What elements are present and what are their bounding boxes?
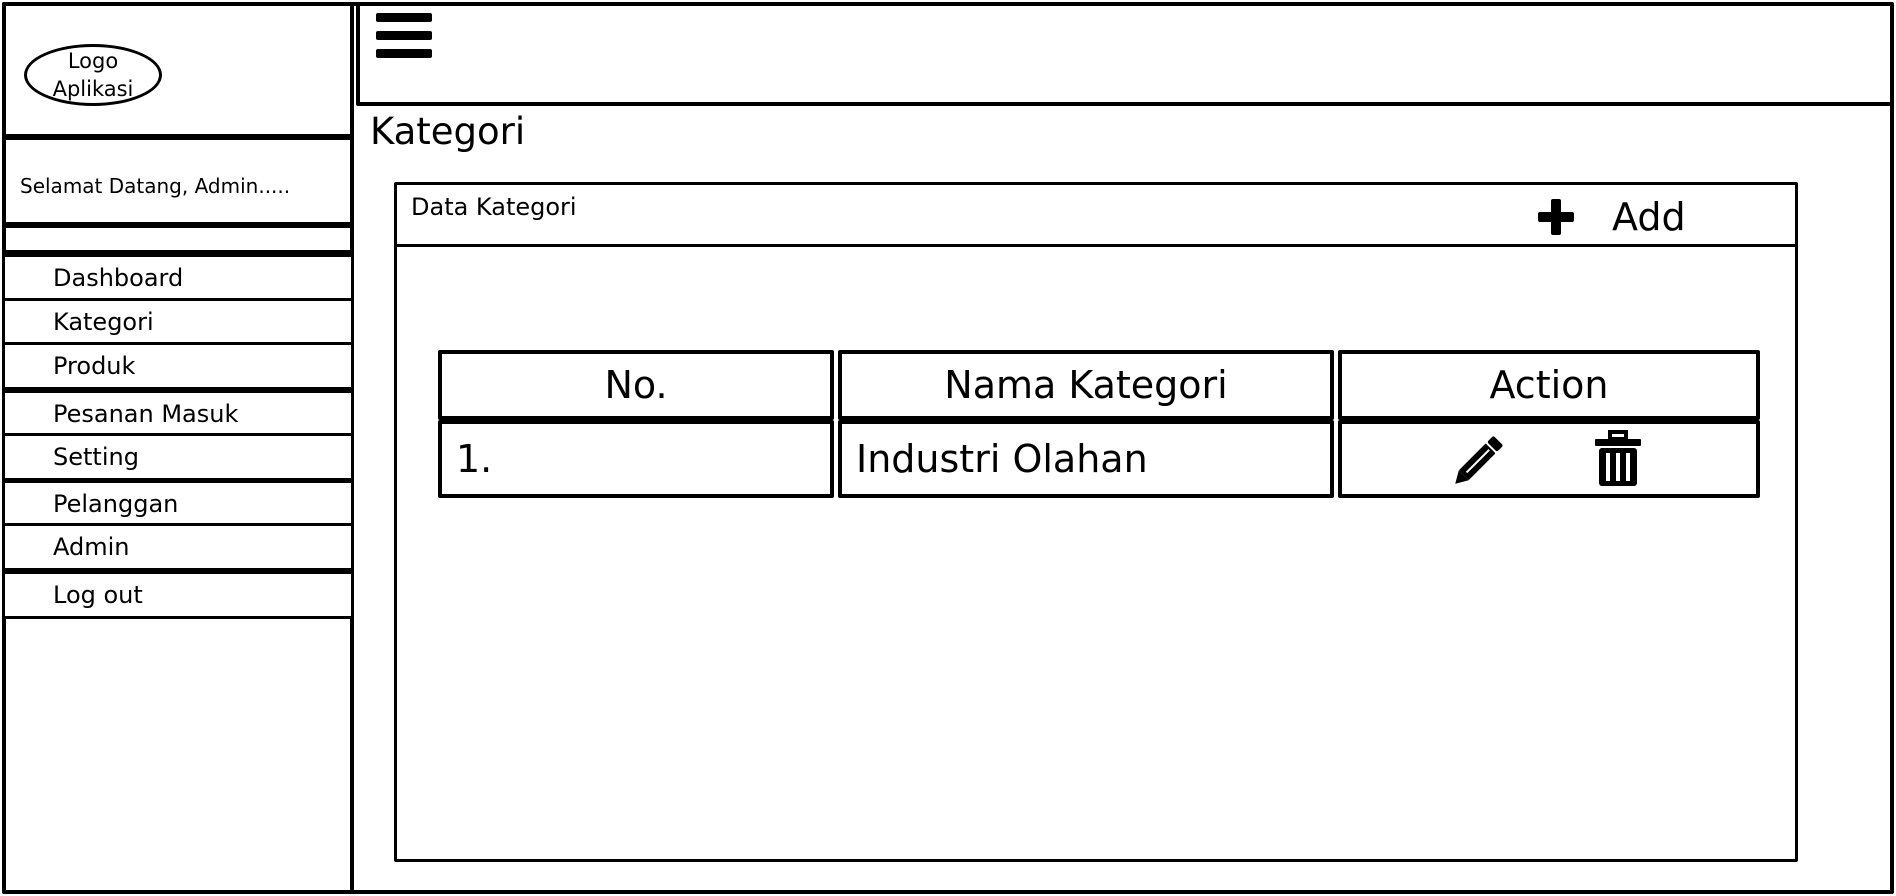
sidebar-item-kategori[interactable]: Kategori — [2, 298, 354, 346]
trash-icon[interactable] — [1588, 429, 1648, 489]
welcome-text: Selamat Datang, Admin..... — [2, 136, 354, 226]
table-header-no: No. — [438, 350, 834, 420]
table-cell-no: 1. — [438, 420, 834, 498]
column-label: Action — [1489, 363, 1609, 407]
sidebar-item-pelanggan[interactable]: Pelanggan — [2, 480, 354, 528]
app-logo: Logo Aplikasi — [24, 44, 162, 106]
sidebar-divider — [2, 224, 354, 254]
column-label: Nama Kategori — [944, 363, 1228, 407]
sidebar-item-label: Admin — [53, 533, 130, 561]
add-button[interactable]: Add — [1536, 194, 1716, 240]
cell-text: Industri Olahan — [856, 437, 1148, 481]
sidebar-item-label: Pesanan Masuk — [53, 400, 239, 428]
column-label: No. — [604, 363, 668, 407]
sidebar-item-label: Log out — [53, 581, 143, 609]
cell-text: 1. — [456, 437, 493, 481]
panel-body — [394, 244, 1798, 862]
sidebar-item-label: Pelanggan — [53, 490, 179, 518]
table-cell-action — [1338, 420, 1760, 498]
panel-title: Data Kategori — [411, 193, 577, 221]
sidebar-item-label: Kategori — [53, 308, 154, 336]
logo-area: Logo Aplikasi — [2, 2, 354, 138]
sidebar-item-label: Dashboard — [53, 264, 184, 292]
sidebar-item-pesanan-masuk[interactable]: Pesanan Masuk — [2, 390, 354, 438]
top-bar — [356, 2, 1894, 106]
sidebar-item-setting[interactable]: Setting — [2, 433, 354, 481]
sidebar-item-produk[interactable]: Produk — [2, 342, 354, 390]
table-header-nama-kategori: Nama Kategori — [838, 350, 1334, 420]
sidebar-item-logout[interactable]: Log out — [2, 571, 354, 619]
sidebar-item-admin[interactable]: Admin — [2, 523, 354, 571]
pencil-icon[interactable] — [1450, 429, 1510, 489]
sidebar-item-dashboard[interactable]: Dashboard — [2, 254, 354, 302]
sidebar-item-label: Setting — [53, 443, 139, 471]
sidebar-item-label: Produk — [53, 352, 136, 380]
page-title: Kategori — [370, 110, 526, 153]
add-label: Add — [1612, 195, 1686, 239]
table-header-action: Action — [1338, 350, 1760, 420]
plus-icon — [1536, 197, 1576, 237]
table-cell-name: Industri Olahan — [838, 420, 1334, 498]
hamburger-icon[interactable] — [376, 13, 432, 59]
